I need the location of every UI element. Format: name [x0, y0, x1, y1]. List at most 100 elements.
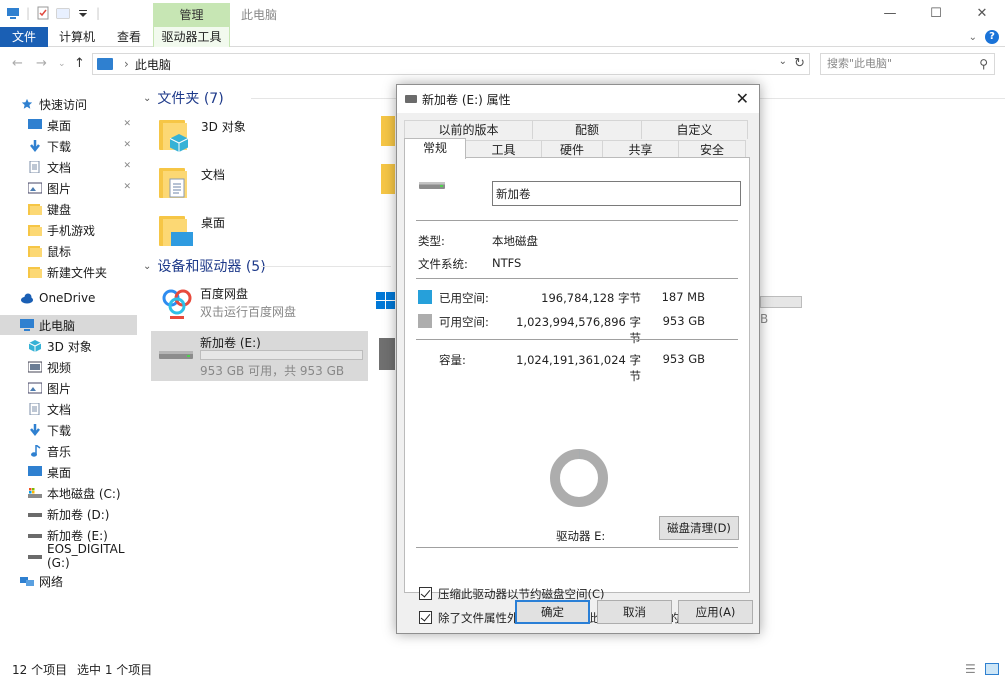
sidebar-item-videos[interactable]: 视频 — [0, 357, 137, 377]
address-bar[interactable]: › 此电脑 ⌄ ↻ — [92, 53, 810, 75]
pin-icon[interactable]: ✕ — [123, 140, 131, 150]
tab-general[interactable]: 常规 — [404, 138, 466, 159]
computer-icon[interactable] — [6, 6, 20, 20]
apply-button[interactable]: 应用(A) — [678, 600, 753, 624]
breadcrumb-this-pc[interactable]: 此电脑 — [135, 56, 171, 73]
chevron-down-icon[interactable]: ⌄ — [143, 93, 151, 104]
sidebar-item-folder[interactable]: 新建文件夹 — [0, 262, 137, 282]
pin-icon[interactable]: ✕ — [123, 119, 131, 129]
sidebar-item-network[interactable]: 网络 — [0, 571, 137, 591]
ribbon-tabs: 文件 计算机 查看 驱动器工具 ⌄ ? — [0, 27, 1005, 47]
sidebar-item-folder[interactable]: 手机游戏 — [0, 220, 137, 240]
system-drive-icon — [28, 488, 42, 498]
index-checkbox[interactable] — [419, 611, 432, 624]
address-dropdown-icon[interactable]: ⌄ — [779, 56, 787, 67]
tab-previous-versions[interactable]: 以前的版本 — [404, 120, 533, 139]
sidebar-item-pictures[interactable]: 图片 — [0, 378, 137, 398]
expand-ribbon-icon[interactable]: ⌄ — [969, 32, 977, 43]
donut-free-ring — [550, 449, 608, 507]
sidebar-item-pictures[interactable]: 图片 ✕ — [0, 178, 137, 198]
tab-computer[interactable]: 计算机 — [52, 27, 102, 47]
group-header-devices[interactable]: ⌄ 设备和驱动器 (5) — [143, 256, 391, 276]
device-tile-baidu[interactable]: 百度网盘 双击运行百度网盘 — [151, 282, 369, 332]
cancel-button[interactable]: 取消 — [597, 600, 672, 624]
customize-toolbar-icon[interactable] — [76, 6, 90, 20]
maximize-icon[interactable]: ☐ — [913, 0, 959, 27]
close-icon[interactable]: ✕ — [959, 0, 1005, 27]
drive-icon[interactable] — [379, 338, 395, 370]
new-folder-icon[interactable] — [56, 6, 70, 20]
properties-icon[interactable] — [36, 6, 50, 20]
folder-icon — [28, 225, 42, 236]
pictures-icon — [28, 182, 42, 194]
up-icon[interactable]: ↑ — [74, 56, 85, 71]
window-controls: — ☐ ✕ — [867, 0, 1005, 27]
folder-icon[interactable] — [381, 164, 395, 194]
tiles-view-icon[interactable] — [985, 663, 999, 675]
drive-icon — [28, 555, 42, 559]
dialog-title-bar: 新加卷 (E:) 属性 ✕ — [397, 85, 759, 113]
folder-tile-documents[interactable]: 文档 — [143, 160, 363, 208]
folder-icon — [28, 246, 42, 257]
folder-icon[interactable] — [381, 116, 395, 146]
compress-checkbox[interactable] — [419, 587, 432, 600]
drive-icon — [28, 513, 42, 517]
device-tile-volume-e[interactable]: 新加卷 (E:) 953 GB 可用，共 953 GB — [151, 331, 368, 381]
search-input[interactable]: 搜索"此电脑" ⚲ — [820, 53, 995, 75]
sidebar-item-eos-digital-g[interactable]: EOS_DIGITAL (G:) — [0, 542, 137, 570]
free-space-label: 可用空间: — [439, 315, 489, 329]
tab-drive-tools[interactable]: 驱动器工具 — [153, 27, 230, 47]
recent-dropdown-icon[interactable]: ⌄ — [58, 59, 66, 69]
search-icon[interactable]: ⚲ — [979, 54, 988, 74]
pin-icon[interactable]: ✕ — [123, 161, 131, 171]
sidebar-item-3d-objects[interactable]: 3D 对象 — [0, 336, 137, 356]
sidebar-item-downloads[interactable]: 下载 — [0, 420, 137, 440]
sidebar-item-folder[interactable]: 键盘 — [0, 199, 137, 219]
folder-tile-desktop[interactable]: 桌面 — [143, 208, 363, 256]
details-view-icon[interactable]: ☰ — [965, 662, 976, 676]
pin-icon[interactable]: ✕ — [123, 182, 131, 192]
sidebar-item-local-disk-c[interactable]: 本地磁盘 (C:) — [0, 483, 137, 503]
used-space-swatch — [418, 290, 432, 304]
sidebar-item-documents[interactable]: 文档 — [0, 399, 137, 419]
sidebar-item-documents[interactable]: 文档 ✕ — [0, 157, 137, 177]
sidebar-item-music[interactable]: 音乐 — [0, 441, 137, 461]
back-icon[interactable]: ← — [12, 56, 23, 71]
sidebar-item-folder[interactable]: 鼠标 — [0, 241, 137, 261]
ok-button[interactable]: 确定 — [515, 600, 590, 624]
volume-label-input[interactable] — [492, 181, 741, 206]
capacity-label: 容量: — [439, 353, 466, 367]
group-header-folders[interactable]: ⌄ 文件夹 (7) — [143, 88, 1005, 108]
chevron-down-icon[interactable]: ⌄ — [143, 261, 151, 272]
tab-view[interactable]: 查看 — [108, 27, 150, 47]
help-icon[interactable]: ? — [985, 30, 999, 44]
folder-tile-3d-objects[interactable]: 3D 对象 — [143, 112, 363, 160]
refresh-icon[interactable]: ↻ — [794, 56, 805, 71]
sidebar-item-volume-d[interactable]: 新加卷 (D:) — [0, 504, 137, 524]
baidu-netdisk-icon — [162, 289, 192, 319]
breadcrumb-separator-icon[interactable]: › — [124, 57, 129, 71]
sidebar-item-quick-access[interactable]: 快速访问 — [0, 94, 137, 114]
star-icon — [21, 98, 33, 109]
tab-customize[interactable]: 自定义 — [641, 120, 748, 139]
sidebar-item-this-pc[interactable]: 此电脑 — [0, 315, 137, 335]
manage-tab[interactable]: 管理 — [153, 3, 230, 27]
sidebar-item-desktop[interactable]: 桌面 ✕ — [0, 115, 137, 135]
sidebar-item-downloads[interactable]: 下载 ✕ — [0, 136, 137, 156]
disk-cleanup-button[interactable]: 磁盘清理(D) — [659, 516, 739, 540]
search-placeholder: 搜索"此电脑" — [827, 57, 893, 70]
forward-icon[interactable]: → — [36, 56, 47, 71]
tab-quota[interactable]: 配额 — [532, 120, 642, 139]
computer-icon — [20, 319, 34, 331]
folder-icon — [28, 267, 42, 278]
minimize-icon[interactable]: — — [867, 0, 913, 27]
windows-logo-icon[interactable] — [376, 292, 396, 310]
sidebar-item-onedrive[interactable]: OneDrive — [0, 288, 137, 308]
tab-file[interactable]: 文件 — [0, 27, 48, 47]
close-icon[interactable]: ✕ — [736, 89, 749, 108]
sidebar-item-desktop[interactable]: 桌面 — [0, 462, 137, 482]
capacity-size: 953 GB — [662, 352, 705, 366]
download-icon — [30, 424, 40, 436]
music-icon — [31, 445, 41, 457]
quick-access-toolbar: | | — [6, 6, 100, 20]
